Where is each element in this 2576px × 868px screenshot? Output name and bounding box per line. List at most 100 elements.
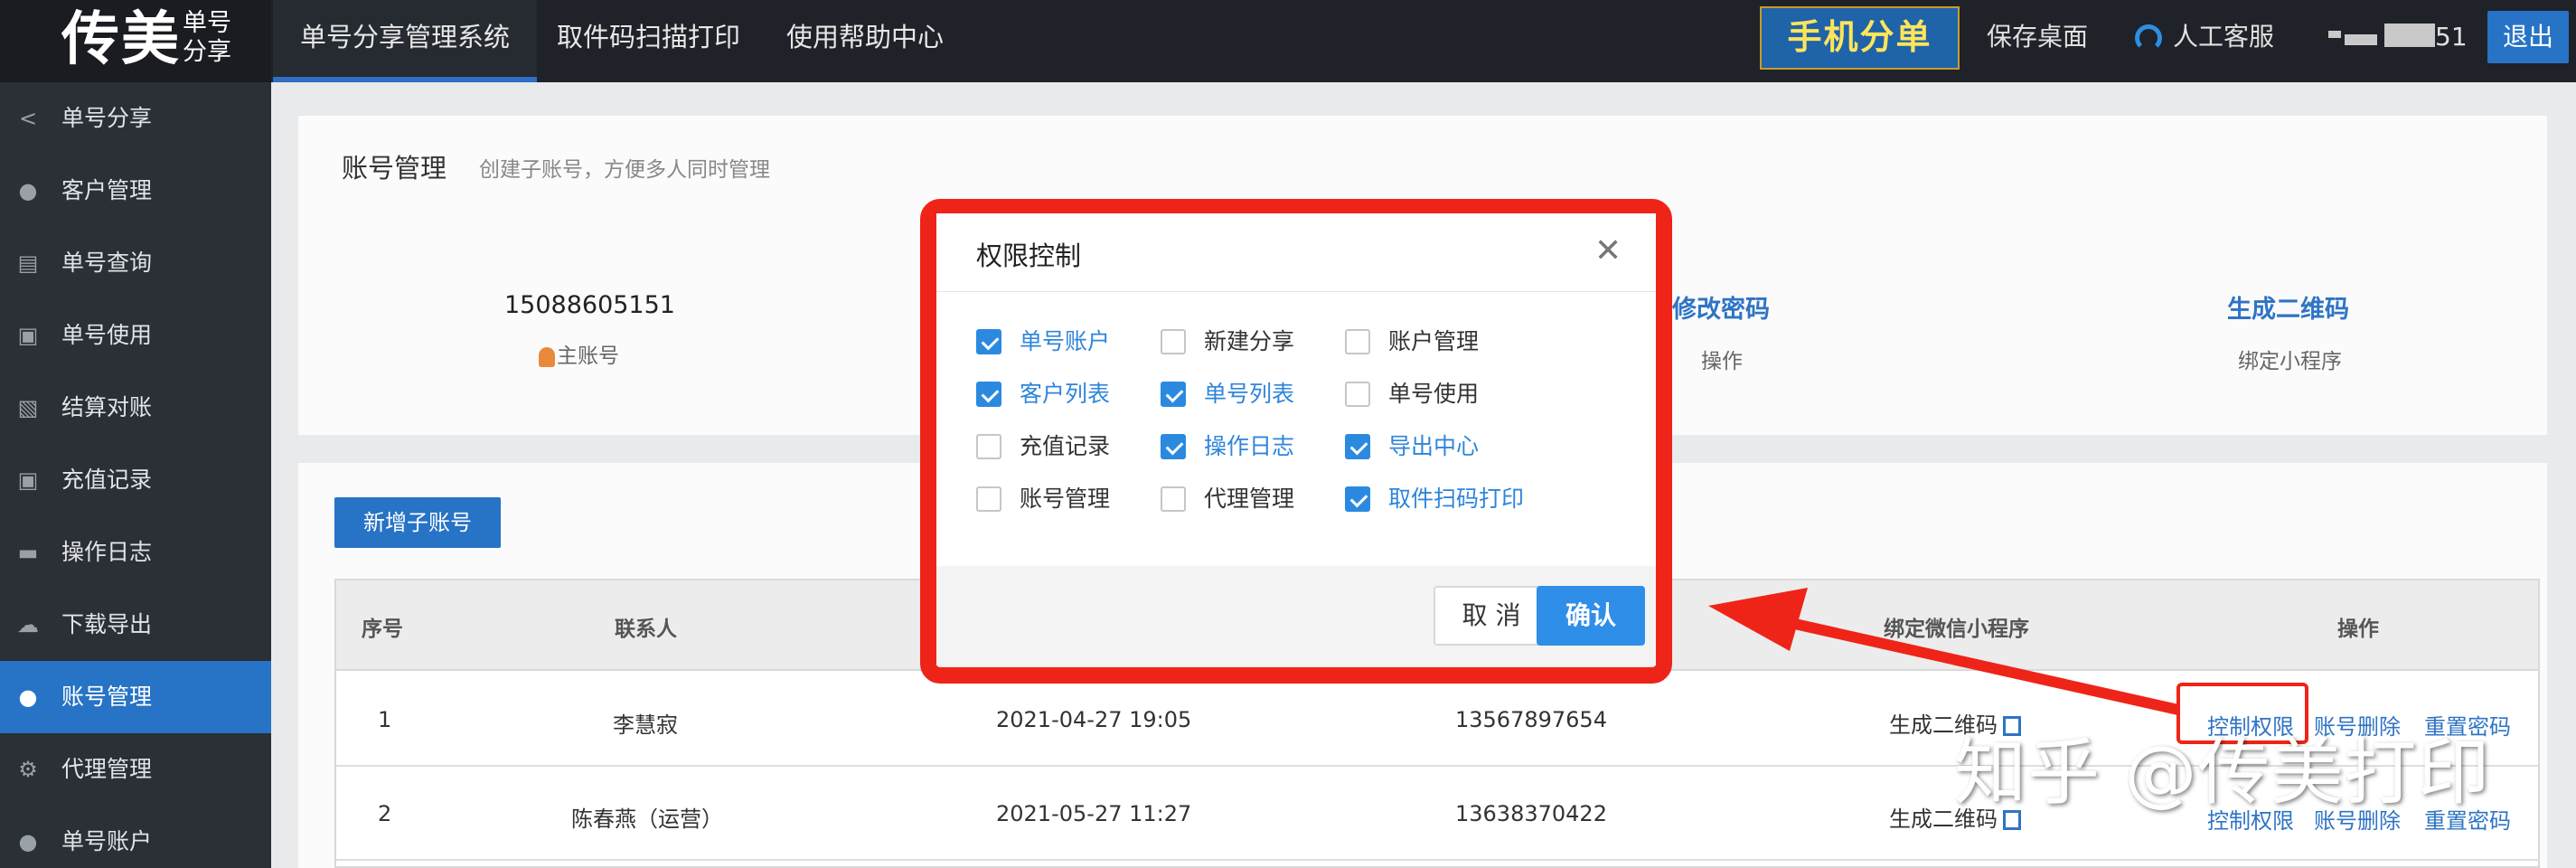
- page-subtitle: 创建子账号，方便多人同时管理: [479, 158, 770, 182]
- clipboard-icon: ▤: [17, 250, 39, 276]
- main-account-label: 主账号: [557, 344, 619, 368]
- header-index: 序号: [362, 618, 403, 641]
- permission-checkbox[interactable]: [1345, 434, 1370, 459]
- cancel-button[interactable]: 取 消: [1434, 586, 1549, 646]
- logo-small-top: 单号: [183, 9, 231, 37]
- permission-checkbox[interactable]: [976, 382, 1001, 407]
- permission-label[interactable]: 单号账户: [1020, 328, 1110, 355]
- permission-label[interactable]: 单号列表: [1204, 381, 1294, 408]
- headset-icon: [2135, 24, 2162, 52]
- page-title: 账号管理: [342, 153, 447, 184]
- sidebar-item-query[interactable]: ▤ 单号查询: [0, 227, 271, 299]
- sidebar-item-share[interactable]: < 单号分享: [0, 82, 271, 155]
- annotation-arrow: [1708, 588, 2178, 715]
- mobile-promo-banner[interactable]: 手机分单: [1760, 6, 1960, 70]
- row-contact: 陈春燕（运营）: [571, 807, 723, 832]
- sidebar-item-label: 单号账户: [61, 828, 153, 854]
- gear-icon: ⚙: [18, 757, 38, 782]
- logout-button[interactable]: 退出: [2487, 11, 2569, 63]
- sidebar-item-label: 单号查询: [61, 250, 153, 276]
- account-info[interactable]: 51: [2325, 22, 2468, 54]
- user-icon: [539, 346, 555, 367]
- account-suffix: 51: [2435, 22, 2468, 52]
- sidebar-item-label: 客户管理: [61, 177, 153, 203]
- permission-checkbox[interactable]: [1161, 486, 1186, 512]
- generate-qr-sub: 绑定小程序: [2238, 350, 2342, 373]
- cloud-icon: ☁: [17, 612, 39, 637]
- sidebar-item-label: 账号管理: [61, 684, 153, 710]
- sidebar-item-customers[interactable]: ● 客户管理: [0, 155, 271, 227]
- watermark: 知乎 @传美打印: [1954, 731, 2491, 815]
- sidebar-item-label: 单号分享: [61, 105, 153, 131]
- clipboard-check-icon: ▣: [17, 467, 39, 493]
- support-link[interactable]: 人工客服: [2135, 0, 2274, 74]
- sidebar-item-label: 单号使用: [61, 322, 153, 348]
- permission-checkbox[interactable]: [1345, 486, 1370, 512]
- support-label: 人工客服: [2173, 22, 2275, 52]
- top-bar: 传美 单号 分享 单号分享管理系统 取件码扫描打印 使用帮助中心 手机分单 保存…: [0, 0, 2576, 82]
- permission-checkbox[interactable]: [1345, 382, 1370, 407]
- generate-qr-link[interactable]: 生成二维码: [2227, 289, 2349, 325]
- sidebar-item-number-account[interactable]: ● 单号账户: [0, 806, 271, 868]
- sidebar: < 单号分享 ● 客户管理 ▤ 单号查询 ▣ 单号使用 ▧ 结算对账 ▣ 充值记录 ▬ 操作日…: [0, 82, 271, 868]
- sidebar-item-logs[interactable]: ▬ 操作日志: [0, 516, 271, 589]
- permission-checkbox[interactable]: [1161, 434, 1186, 459]
- save-desktop-link[interactable]: 保存桌面: [1987, 0, 2088, 74]
- sidebar-item-accounts[interactable]: ● 账号管理: [0, 661, 271, 733]
- user-icon: ●: [18, 684, 38, 710]
- sidebar-item-usage[interactable]: ▣ 单号使用: [0, 299, 271, 372]
- sidebar-item-label: 充值记录: [61, 467, 153, 493]
- arrow-shaft: [1761, 611, 2178, 715]
- header-ops: 操作: [2337, 618, 2379, 641]
- permission-label[interactable]: 客户列表: [1020, 381, 1110, 408]
- sidebar-item-export[interactable]: ☁ 下载导出: [0, 589, 271, 661]
- sidebar-item-label: 结算对账: [61, 394, 153, 420]
- main-account-phone: 15088605151: [504, 291, 675, 319]
- logo: 传美 单号 分享: [0, 0, 271, 82]
- permission-label[interactable]: 新建分享: [1204, 328, 1294, 355]
- permission-label[interactable]: 充值记录: [1020, 433, 1110, 460]
- share-icon: <: [18, 106, 38, 131]
- sidebar-item-label: 代理管理: [61, 756, 153, 782]
- nav-tab-share-system[interactable]: 单号分享管理系统: [273, 0, 538, 82]
- nav-tab-scan-print[interactable]: 取件码扫描打印: [530, 0, 767, 82]
- permission-label[interactable]: 账号管理: [1020, 486, 1110, 513]
- redacted-block: [2328, 31, 2341, 38]
- sidebar-item-label: 下载导出: [61, 611, 153, 637]
- permission-label[interactable]: 导出中心: [1388, 433, 1479, 460]
- permission-checkbox[interactable]: [976, 486, 1001, 512]
- sidebar-item-recharge[interactable]: ▣ 充值记录: [0, 444, 271, 516]
- sidebar-item-label: 操作日志: [61, 539, 153, 565]
- confirm-button[interactable]: 确认: [1537, 586, 1645, 646]
- redacted-block: [2345, 34, 2377, 45]
- clipboard-check-icon: ▣: [17, 323, 39, 348]
- nav-tab-help[interactable]: 使用帮助中心: [759, 0, 971, 82]
- sidebar-item-agents[interactable]: ⚙ 代理管理: [0, 733, 271, 806]
- arrow-head: [1708, 588, 1808, 651]
- permission-checkbox[interactable]: [976, 434, 1001, 459]
- permission-label[interactable]: 代理管理: [1204, 486, 1294, 513]
- permission-checkbox[interactable]: [1161, 329, 1186, 354]
- sidebar-item-settlement[interactable]: ▧ 结算对账: [0, 372, 271, 444]
- permission-label[interactable]: 操作日志: [1204, 433, 1294, 460]
- main-account-badge: 主账号: [539, 338, 619, 369]
- permission-checkbox[interactable]: [1161, 382, 1186, 407]
- change-password-link[interactable]: 修改密码: [1672, 289, 1770, 325]
- permission-checkbox[interactable]: [976, 329, 1001, 354]
- close-icon[interactable]: ✕: [1594, 231, 1622, 271]
- permission-label[interactable]: 单号使用: [1388, 381, 1479, 408]
- user-icon: ●: [18, 829, 38, 854]
- briefcase-icon: ▬: [17, 540, 39, 565]
- row-time: 2021-04-27 19:05: [996, 707, 1192, 732]
- permission-label[interactable]: 账户管理: [1388, 328, 1479, 355]
- permission-checkbox[interactable]: [1345, 329, 1370, 354]
- user-icon: ●: [18, 178, 38, 203]
- permission-label[interactable]: 取件扫码打印: [1388, 486, 1524, 513]
- header-contact: 联系人: [615, 618, 677, 641]
- row-phone: 13638370422: [1455, 801, 1607, 826]
- row-index: 1: [378, 707, 392, 732]
- row-contact: 李慧寂: [613, 712, 678, 738]
- add-subaccount-button[interactable]: 新增子账号: [334, 497, 501, 548]
- permission-modal: 权限控制 ✕ 单号账户 新建分享 账户管理 客户列表 单号列表 单号使用 充值记录 操作日志 导…: [936, 213, 1656, 665]
- row-phone: 13567897654: [1455, 707, 1607, 732]
